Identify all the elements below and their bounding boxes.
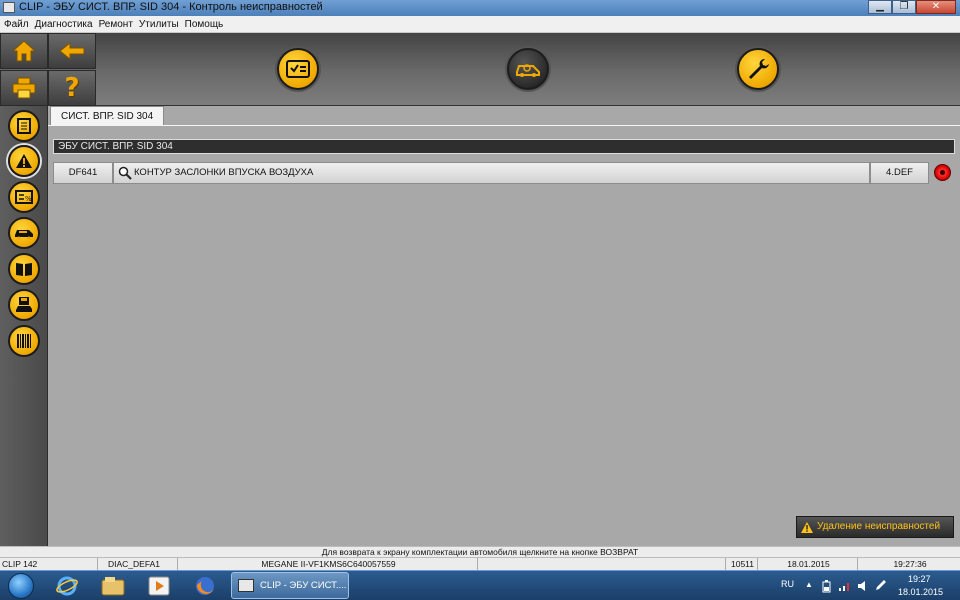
menu-help[interactable]: Помощь	[185, 19, 224, 30]
hint-bar: Для возврата к экрану комплектации автом…	[0, 546, 960, 557]
tab-ecu[interactable]: СИСТ. ВПР. SID 304	[50, 106, 165, 126]
status-bar: CLIP 142 DIAC_DEFA1 MEGANE II-VF1KMS6C64…	[0, 557, 960, 571]
battery-icon[interactable]	[822, 580, 831, 593]
taskbar-ie[interactable]	[47, 574, 87, 598]
clear-faults-button[interactable]: Удаление неисправностей	[796, 516, 954, 538]
menu-utilities[interactable]: Утилиты	[139, 19, 179, 30]
maximize-button[interactable]: ❐	[892, 0, 916, 14]
fault-status: 4.DEF	[870, 162, 929, 184]
vehicle-icon	[15, 230, 33, 240]
internet-explorer-icon	[56, 576, 78, 596]
pen-icon[interactable]	[875, 579, 887, 591]
firefox-icon	[196, 577, 214, 595]
printer-icon	[12, 77, 36, 99]
vehicle-scan-button[interactable]	[507, 48, 549, 90]
svg-text:%: %	[25, 195, 32, 203]
media-player-icon	[148, 576, 170, 596]
clear-faults-label: Удаление неисправностей	[817, 521, 941, 532]
minimize-button[interactable]: ▁	[868, 0, 892, 14]
taskbar-explorer[interactable]	[93, 574, 133, 598]
taskbar-media[interactable]	[139, 574, 179, 598]
checklist-button[interactable]	[277, 48, 319, 90]
warning-icon	[16, 154, 32, 168]
window-title: CLIP - ЭБУ СИСТ. ВПР. SID 304 - Контроль…	[19, 1, 323, 13]
volume-icon[interactable]	[857, 580, 869, 592]
sidebar-vehicle-save-button[interactable]	[8, 289, 40, 321]
taskbar-task-label: CLIP - ЭБУ СИСТ....	[260, 580, 347, 591]
menu-repair[interactable]: Ремонт	[99, 19, 133, 30]
menu-diagnostics[interactable]: Диагностика	[35, 19, 93, 30]
clock-time[interactable]: 19:27	[908, 574, 931, 584]
barcode-icon	[17, 334, 31, 348]
fault-row[interactable]: DF641 КОНТУР ЗАСЛОНКИ ВПУСКА ВОЗДУХА 4.D…	[53, 162, 929, 184]
taskbar-clip-task[interactable]: CLIP - ЭБУ СИСТ....	[231, 572, 349, 599]
sidebar-manual-button[interactable]	[8, 253, 40, 285]
clip-task-icon	[238, 579, 254, 592]
sidebar-document-button[interactable]	[8, 110, 40, 142]
home-icon	[12, 40, 36, 62]
sidebar-faults-button[interactable]	[8, 145, 40, 177]
menu-bar: Файл Диагностика Ремонт Утилиты Помощь	[0, 16, 960, 33]
fault-indicator-icon	[934, 164, 951, 181]
title-bar: CLIP - ЭБУ СИСТ. ВПР. SID 304 - Контроль…	[0, 0, 960, 16]
home-button[interactable]	[0, 33, 48, 69]
taskbar: CLIP - ЭБУ СИСТ.... RU ▲ 19:27 18.01.201…	[0, 570, 960, 600]
window-controls: ▁ ❐ ✕	[868, 0, 956, 15]
fault-code: DF641	[53, 162, 113, 184]
print-button[interactable]	[0, 70, 48, 106]
tab-divider	[48, 125, 960, 126]
fault-description: КОНТУР ЗАСЛОНКИ ВПУСКА ВОЗДУХА	[134, 167, 314, 178]
book-icon	[16, 263, 32, 276]
fault-description-cell[interactable]: КОНТУР ЗАСЛОНКИ ВПУСКА ВОЗДУХА	[113, 162, 870, 184]
menu-file[interactable]: Файл	[4, 19, 29, 30]
ecu-header: ЭБУ СИСТ. ВПР. SID 304	[53, 139, 955, 154]
sidebar-barcode-button[interactable]	[8, 325, 40, 357]
close-button[interactable]: ✕	[916, 0, 956, 14]
document-icon	[17, 118, 31, 134]
clock-date[interactable]: 18.01.2015	[898, 587, 943, 597]
sidebar: %	[0, 106, 48, 546]
toolbar: ?	[0, 33, 960, 106]
vehicle-scan-icon	[516, 64, 540, 77]
language-indicator[interactable]: RU	[781, 579, 794, 589]
repair-button[interactable]	[737, 48, 779, 90]
help-button[interactable]: ?	[48, 70, 96, 106]
parameters-icon: %	[15, 190, 33, 204]
warning-icon	[801, 522, 813, 533]
vehicle-save-icon	[16, 297, 32, 312]
wrench-icon	[749, 59, 769, 79]
sidebar-parameters-button[interactable]: %	[8, 181, 40, 213]
network-icon[interactable]	[838, 580, 852, 592]
taskbar-firefox[interactable]	[185, 574, 225, 598]
back-button[interactable]	[48, 33, 96, 69]
sidebar-vehicle-button[interactable]	[8, 217, 40, 249]
app-icon	[3, 2, 15, 13]
main-content: СИСТ. ВПР. SID 304 ЭБУ СИСТ. ВПР. SID 30…	[48, 106, 960, 546]
folder-icon	[101, 577, 125, 596]
magnifier-icon[interactable]	[118, 166, 132, 180]
back-arrow-icon	[59, 42, 85, 60]
help-icon: ?	[64, 73, 80, 103]
tray-expand-icon[interactable]: ▲	[805, 580, 813, 589]
start-button[interactable]	[8, 573, 34, 599]
checklist-icon	[286, 60, 310, 78]
